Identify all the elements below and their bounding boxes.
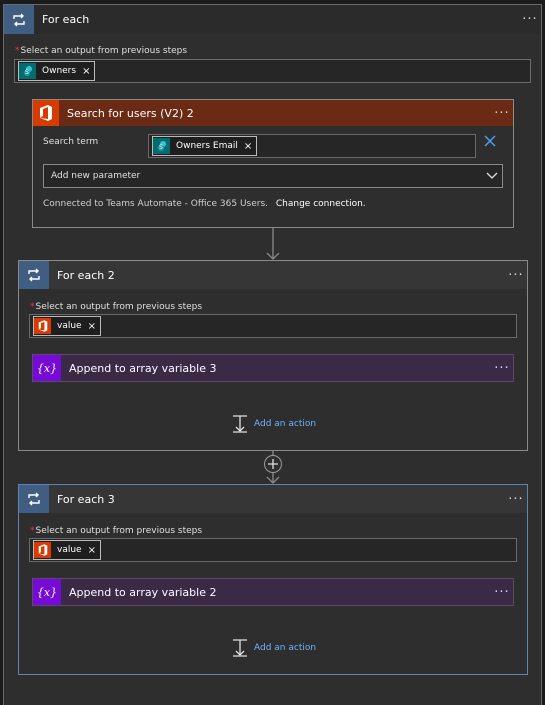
add-parameter-dropdown[interactable]: Add new parameter <box>43 164 503 188</box>
required-mark: * <box>30 302 35 312</box>
value-token[interactable]: value × <box>33 540 101 560</box>
append-array-variable-3-action[interactable]: {x} Append to array variable 3 ··· <box>32 354 514 382</box>
search-users-menu-button[interactable]: ··· <box>491 106 513 121</box>
foreach-header[interactable]: For each ··· <box>4 5 541 34</box>
foreach2-output-input[interactable]: value × <box>29 314 517 338</box>
foreach3-add-action-button[interactable]: Add an action <box>232 639 316 657</box>
chevron-down-icon <box>482 172 502 180</box>
sharepoint-icon: S <box>19 63 36 79</box>
insert-step-plus-icon[interactable] <box>264 455 282 473</box>
foreach2-menu-button[interactable]: ··· <box>505 268 527 283</box>
loop-icon <box>4 5 34 34</box>
office-icon <box>33 100 59 126</box>
owners-token[interactable]: S Owners × <box>18 61 96 81</box>
svg-text:S: S <box>159 144 163 151</box>
add-action-label: Add an action <box>254 419 317 429</box>
token-remove-icon[interactable]: × <box>88 321 96 332</box>
variable-icon: {x} <box>33 355 61 381</box>
add-action-label: Add an action <box>254 643 317 653</box>
append-array-variable-2-action[interactable]: {x} Append to array variable 2 ··· <box>32 578 514 606</box>
variable-icon: {x} <box>33 579 61 605</box>
office-icon <box>34 542 51 558</box>
change-connection-link[interactable]: Change connection. <box>276 199 366 209</box>
foreach3-header[interactable]: For each 3 ··· <box>19 485 527 513</box>
add-action-icon <box>233 639 247 657</box>
token-remove-icon[interactable]: × <box>82 66 90 77</box>
foreach2-title: For each 2 <box>57 268 115 282</box>
token-label: Owners <box>42 66 77 76</box>
foreach3-field-label: *Select an output from previous steps <box>30 526 203 536</box>
action-title: Append to array variable 3 <box>69 361 217 375</box>
search-term-label: Search term <box>43 137 99 147</box>
sharepoint-icon: S <box>153 138 170 154</box>
add-parameter-placeholder: Add new parameter <box>51 171 141 181</box>
connection-text: Connected to Teams Automate - Office 365… <box>43 199 269 209</box>
connection-info: Connected to Teams Automate - Office 365… <box>43 199 366 209</box>
required-mark: * <box>15 46 20 56</box>
office-icon <box>34 318 51 334</box>
owners-email-token[interactable]: S Owners Email × <box>152 136 258 156</box>
value-token[interactable]: value × <box>33 316 101 336</box>
foreach2-field-label: *Select an output from previous steps <box>30 302 203 312</box>
search-users-header[interactable]: Search for users (V2) 2 ··· <box>33 100 513 126</box>
add-action-icon <box>233 415 247 433</box>
foreach-title: For each <box>42 13 90 26</box>
required-mark: * <box>30 526 35 536</box>
foreach2-add-action-button[interactable]: Add an action <box>232 415 316 433</box>
token-label: value <box>57 321 82 331</box>
foreach2-header[interactable]: For each 2 ··· <box>19 261 527 289</box>
foreach-field-label: *Select an output from previous steps <box>15 46 188 56</box>
action-title: Append to array variable 2 <box>69 585 217 599</box>
foreach-output-input[interactable]: S Owners × <box>14 59 531 83</box>
token-remove-icon[interactable]: × <box>88 545 96 556</box>
svg-text:S: S <box>25 69 29 76</box>
connector-arrow <box>265 228 281 261</box>
loop-icon <box>19 485 49 513</box>
foreach-menu-button[interactable]: ··· <box>519 12 541 27</box>
action-menu-button[interactable]: ··· <box>491 361 513 376</box>
loop-icon <box>19 261 49 289</box>
token-label: Owners Email <box>176 141 238 151</box>
search-term-input[interactable]: S Owners Email × <box>148 134 476 158</box>
foreach3-menu-button[interactable]: ··· <box>505 492 527 507</box>
token-remove-icon[interactable]: × <box>244 141 252 152</box>
search-users-title: Search for users (V2) 2 <box>67 106 194 120</box>
foreach3-output-input[interactable]: value × <box>29 538 517 562</box>
foreach3-title: For each 3 <box>57 492 115 506</box>
action-menu-button[interactable]: ··· <box>491 585 513 600</box>
clear-search-term-icon[interactable] <box>483 134 497 148</box>
token-label: value <box>57 545 82 555</box>
